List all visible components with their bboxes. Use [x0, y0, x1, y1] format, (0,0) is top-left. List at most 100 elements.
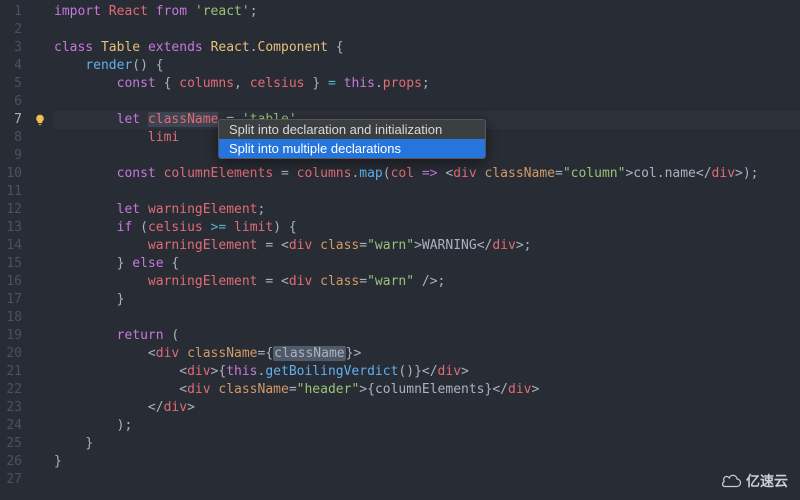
punct: (	[164, 328, 180, 343]
jsx-tag: div	[289, 238, 312, 253]
line-number-gutter: 1234567891011121314151617181920212223242…	[0, 0, 30, 500]
punct: }	[54, 454, 62, 469]
line-number: 11	[6, 183, 22, 201]
line-number: 19	[6, 327, 22, 345]
keyword: class	[54, 40, 93, 55]
punct: .	[375, 76, 383, 91]
identifier: columnElements	[375, 382, 485, 397]
intention-actions-popup[interactable]: Split into declaration and initializatio…	[218, 119, 486, 159]
punct: );	[743, 166, 759, 181]
punct: (	[383, 166, 391, 181]
line-number: 4	[6, 57, 22, 75]
string: 'react'	[195, 4, 250, 19]
code-editor[interactable]: 1234567891011121314151617181920212223242…	[0, 0, 800, 500]
identifier: columnElements	[164, 166, 274, 181]
string: "header"	[297, 382, 360, 397]
line-number: 17	[6, 291, 22, 309]
class-name: Component	[258, 40, 328, 55]
punct: {	[164, 256, 180, 271]
jsx-attr: class	[320, 238, 359, 253]
string: "warn"	[367, 238, 414, 253]
jsx-tag: div	[289, 274, 312, 289]
punct: (	[132, 220, 148, 235]
jsx-tag: div	[438, 364, 461, 379]
line-number: 10	[6, 165, 22, 183]
watermark: 亿速云	[720, 472, 788, 490]
highlighted-usage: className	[273, 346, 345, 361]
line-number: 1	[6, 3, 22, 21]
punct: {	[156, 76, 179, 91]
cloud-icon	[720, 474, 742, 488]
punct: ;	[258, 202, 266, 217]
line-number: 23	[6, 399, 22, 417]
keyword: else	[132, 256, 163, 271]
line-number: 22	[6, 381, 22, 399]
identifier: col.name	[633, 166, 696, 181]
line-number: 18	[6, 309, 22, 327]
line-number: 26	[6, 453, 22, 471]
line-number: 15	[6, 255, 22, 273]
keyword: const	[117, 76, 156, 91]
gutter-icon-strip	[30, 0, 50, 500]
identifier: warningElement	[148, 202, 258, 217]
jsx-attr: class	[320, 274, 359, 289]
punct: {	[328, 40, 344, 55]
punct: ;	[422, 76, 430, 91]
punct: }	[305, 76, 328, 91]
punct: ) {	[273, 220, 296, 235]
identifier: limi	[148, 130, 179, 145]
operator: =	[273, 166, 296, 181]
line-number: 25	[6, 435, 22, 453]
punct: ;	[250, 4, 258, 19]
jsx-tag: div	[187, 364, 210, 379]
keyword: this	[226, 364, 257, 379]
identifier: col	[391, 166, 414, 181]
line-number: 13	[6, 219, 22, 237]
method: getBoilingVerdict	[265, 364, 398, 379]
line-number: 14	[6, 237, 22, 255]
watermark-text: 亿速云	[746, 472, 788, 490]
line-number: 7	[6, 111, 22, 129]
identifier: warningElement	[148, 274, 258, 289]
method: map	[359, 166, 382, 181]
lightbulb-icon[interactable]	[34, 114, 46, 126]
operator: =	[328, 76, 336, 91]
keyword: if	[117, 220, 133, 235]
keyword: let	[117, 112, 140, 127]
punct: }	[117, 292, 125, 307]
punct: }	[117, 256, 133, 271]
code-area[interactable]: import React from 'react'; class Table e…	[50, 0, 800, 500]
operator: =>	[414, 166, 445, 181]
intention-action-item[interactable]: Split into declaration and initializatio…	[219, 120, 485, 139]
jsx-attr: className	[218, 382, 288, 397]
string: "warn"	[367, 274, 414, 289]
jsx-tag: div	[712, 166, 735, 181]
keyword: import	[54, 4, 101, 19]
punct: =	[555, 166, 563, 181]
punct: .	[250, 40, 258, 55]
identifier: columns	[297, 166, 352, 181]
keyword: let	[117, 202, 140, 217]
intention-action-item[interactable]: Split into multiple declarations	[219, 139, 485, 158]
jsx-tag: div	[156, 346, 179, 361]
line-number: 12	[6, 201, 22, 219]
class-name: Table	[101, 40, 140, 55]
jsx-tag: div	[187, 382, 210, 397]
selected-identifier: className	[148, 112, 218, 127]
method: render	[85, 58, 132, 73]
line-number: 16	[6, 273, 22, 291]
identifier: React	[109, 4, 148, 19]
punct: </	[696, 166, 712, 181]
jsx-attr: className	[485, 166, 555, 181]
jsx-tag: div	[164, 400, 187, 415]
line-number: 20	[6, 345, 22, 363]
line-number: 21	[6, 363, 22, 381]
identifier: columns	[179, 76, 234, 91]
operator: =	[258, 238, 281, 253]
keyword: from	[156, 4, 187, 19]
identifier: celsius	[250, 76, 305, 91]
punct: ,	[234, 76, 250, 91]
identifier: props	[383, 76, 422, 91]
jsx-tag: div	[492, 238, 515, 253]
identifier: limit	[234, 220, 273, 235]
